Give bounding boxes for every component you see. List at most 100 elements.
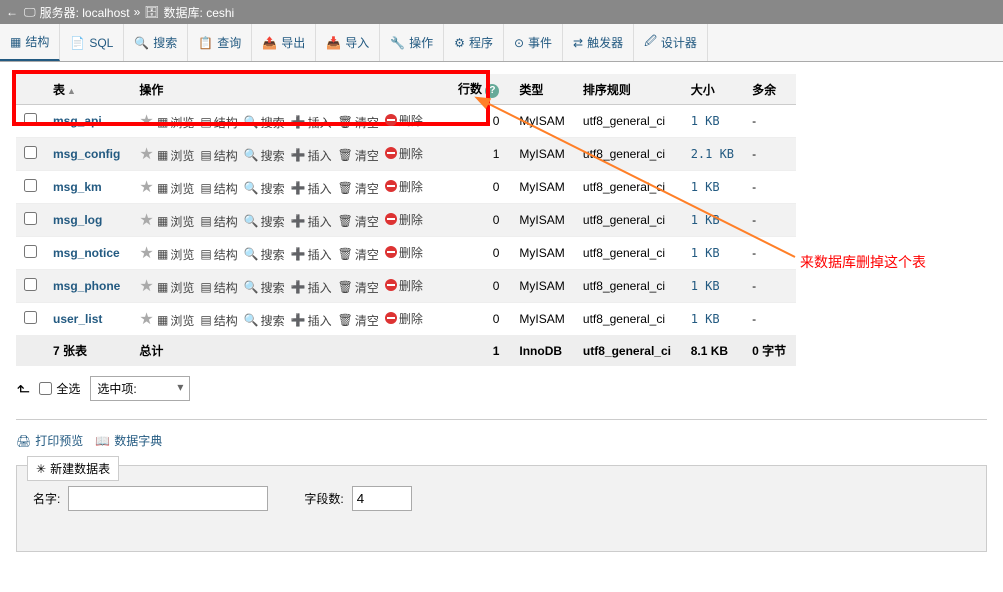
print-preview-link[interactable]: 🖨打印预览 xyxy=(16,432,83,449)
insert-action[interactable]: ➕插入 xyxy=(291,246,332,263)
structure-action[interactable]: ▤结构 xyxy=(200,312,237,329)
table-name-link[interactable]: msg_config xyxy=(53,147,120,161)
insert-action[interactable]: ➕插入 xyxy=(291,114,332,131)
empty-action[interactable]: 🗑清空 xyxy=(338,213,379,230)
col-size[interactable]: 大小 xyxy=(683,74,744,105)
drop-action[interactable]: 删除 xyxy=(385,211,423,228)
row-checkbox[interactable] xyxy=(24,146,37,159)
check-all-box[interactable] xyxy=(39,382,52,395)
table-name-input[interactable] xyxy=(68,486,268,511)
breadcrumb-db[interactable]: 数据库: ceshi xyxy=(164,4,235,21)
insert-action[interactable]: ➕插入 xyxy=(291,279,332,296)
print-icon: 🖨 xyxy=(16,434,31,448)
summary-size: 8.1 KB xyxy=(683,336,744,366)
drop-icon xyxy=(385,213,397,225)
favorite-star-icon[interactable]: ★ xyxy=(139,245,153,262)
table-name-link[interactable]: user_list xyxy=(53,312,102,326)
browse-action[interactable]: ▦浏览 xyxy=(157,279,194,296)
browse-action[interactable]: ▦浏览 xyxy=(157,147,194,164)
row-checkbox[interactable] xyxy=(24,311,37,324)
tab-triggers[interactable]: ⇄触发器 xyxy=(563,24,634,61)
search-action[interactable]: 🔍搜索 xyxy=(244,246,285,263)
tab-events[interactable]: ⊙事件 xyxy=(504,24,563,61)
browse-action[interactable]: ▦浏览 xyxy=(157,312,194,329)
structure-action[interactable]: ▤结构 xyxy=(200,147,237,164)
check-all[interactable]: 全选 xyxy=(39,380,80,397)
data-dictionary-link[interactable]: 📖数据字典 xyxy=(95,432,162,449)
empty-action[interactable]: 🗑清空 xyxy=(338,147,379,164)
table-name-link[interactable]: msg_km xyxy=(53,180,102,194)
empty-action[interactable]: 🗑清空 xyxy=(338,246,379,263)
search-action[interactable]: 🔍搜索 xyxy=(244,147,285,164)
insert-action[interactable]: ➕插入 xyxy=(291,147,332,164)
summary-total: 总计 xyxy=(131,336,448,366)
search-action[interactable]: 🔍搜索 xyxy=(244,213,285,230)
breadcrumb-server[interactable]: 服务器: localhost xyxy=(40,4,130,21)
empty-action[interactable]: 🗑清空 xyxy=(338,279,379,296)
table-name-link[interactable]: msg_notice xyxy=(53,246,120,260)
help-icon[interactable]: ? xyxy=(485,84,499,98)
table-name-link[interactable]: msg_log xyxy=(53,213,102,227)
favorite-star-icon[interactable]: ★ xyxy=(139,179,153,196)
tab-search[interactable]: 🔍搜索 xyxy=(124,24,188,61)
browse-action[interactable]: ▦浏览 xyxy=(157,114,194,131)
search-action[interactable]: 🔍搜索 xyxy=(244,180,285,197)
favorite-star-icon[interactable]: ★ xyxy=(139,311,153,328)
tab-operations[interactable]: 🔧操作 xyxy=(380,24,444,61)
tab-import[interactable]: 📥导入 xyxy=(316,24,380,61)
search-action[interactable]: 🔍搜索 xyxy=(244,114,285,131)
insert-action[interactable]: ➕插入 xyxy=(291,312,332,329)
search-icon: 🔍 xyxy=(134,36,149,50)
favorite-star-icon[interactable]: ★ xyxy=(139,146,153,163)
favorite-star-icon[interactable]: ★ xyxy=(139,278,153,295)
browse-action[interactable]: ▦浏览 xyxy=(157,213,194,230)
col-rows[interactable]: 行数 ? xyxy=(448,74,512,105)
empty-action[interactable]: 🗑清空 xyxy=(338,114,379,131)
row-checkbox[interactable] xyxy=(24,212,37,225)
structure-action[interactable]: ▤结构 xyxy=(200,213,237,230)
tab-routines[interactable]: ⚙程序 xyxy=(444,24,504,61)
favorite-star-icon[interactable]: ★ xyxy=(139,113,153,130)
tab-export[interactable]: 📤导出 xyxy=(252,24,316,61)
drop-action[interactable]: 删除 xyxy=(385,310,423,327)
row-checkbox[interactable] xyxy=(24,278,37,291)
col-collation[interactable]: 排序规则 xyxy=(575,74,683,105)
col-overhead[interactable]: 多余 xyxy=(744,74,796,105)
structure-action[interactable]: ▤结构 xyxy=(200,279,237,296)
drop-action[interactable]: 删除 xyxy=(385,112,423,129)
table-name-link[interactable]: msg_api xyxy=(53,114,102,128)
row-checkbox[interactable] xyxy=(24,245,37,258)
row-checkbox[interactable] xyxy=(24,179,37,192)
drop-action[interactable]: 删除 xyxy=(385,145,423,162)
tab-sql[interactable]: 📄SQL xyxy=(60,24,124,61)
structure-action[interactable]: ▤结构 xyxy=(200,246,237,263)
empty-icon: 🗑 xyxy=(338,115,353,129)
drop-action[interactable]: 删除 xyxy=(385,277,423,294)
tab-structure[interactable]: ▦结构 xyxy=(0,24,60,61)
back-arrow-icon[interactable]: ← xyxy=(4,4,20,20)
tab-query[interactable]: 📋查询 xyxy=(188,24,252,61)
row-checkbox[interactable] xyxy=(24,113,37,126)
insert-action[interactable]: ➕插入 xyxy=(291,180,332,197)
search-action[interactable]: 🔍搜索 xyxy=(244,279,285,296)
structure-action[interactable]: ▤结构 xyxy=(200,114,237,131)
tab-designer[interactable]: 🖉设计器 xyxy=(634,24,708,61)
structure-action[interactable]: ▤结构 xyxy=(200,180,237,197)
browse-action[interactable]: ▦浏览 xyxy=(157,246,194,263)
col-type[interactable]: 类型 xyxy=(511,74,575,105)
insert-action[interactable]: ➕插入 xyxy=(291,213,332,230)
favorite-star-icon[interactable]: ★ xyxy=(139,212,153,229)
fields-count-input[interactable] xyxy=(352,486,412,511)
empty-action[interactable]: 🗑清空 xyxy=(338,180,379,197)
table-name-link[interactable]: msg_phone xyxy=(53,279,120,293)
browse-action[interactable]: ▦浏览 xyxy=(157,180,194,197)
drop-action[interactable]: 删除 xyxy=(385,178,423,195)
structure-icon: ▦ xyxy=(10,35,21,49)
with-selected-dropdown[interactable]: 选中项: xyxy=(90,376,190,401)
search-action[interactable]: 🔍搜索 xyxy=(244,312,285,329)
drop-action[interactable]: 删除 xyxy=(385,244,423,261)
col-table[interactable]: 表▲ xyxy=(45,74,131,105)
empty-action[interactable]: 🗑清空 xyxy=(338,312,379,329)
browse-icon: ▦ xyxy=(157,214,168,228)
search-icon: 🔍 xyxy=(244,280,259,294)
